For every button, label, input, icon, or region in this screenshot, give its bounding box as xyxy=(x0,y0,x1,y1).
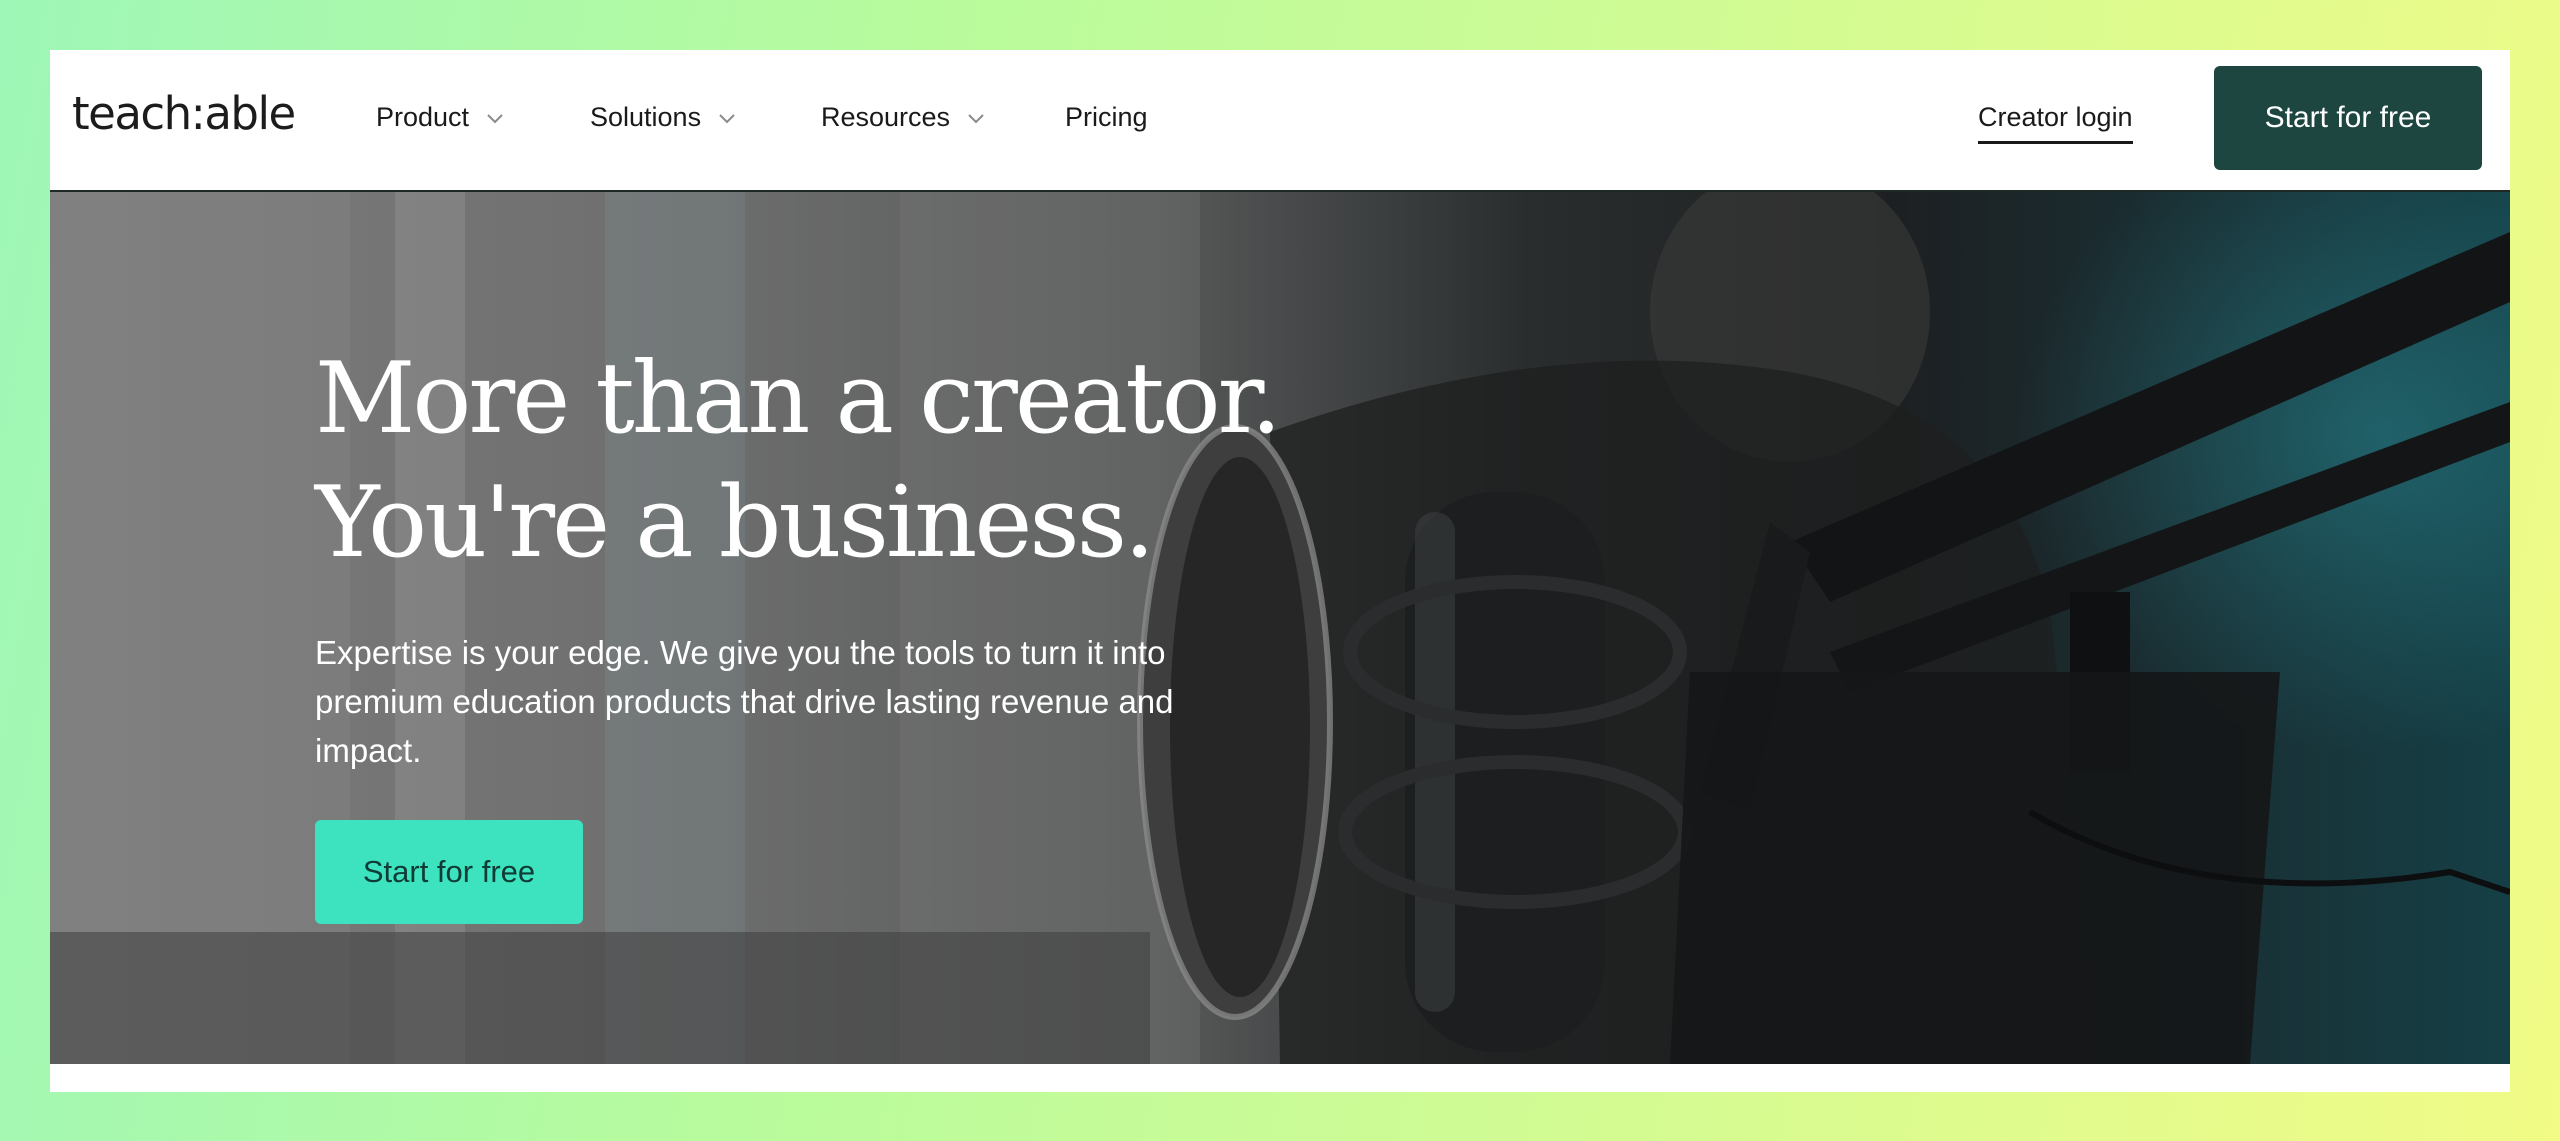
hero-section: More than a creator. You're a business. … xyxy=(50,192,2510,1064)
hero-start-for-free-button[interactable]: Start for free xyxy=(315,820,583,924)
nav-item-product[interactable]: Product xyxy=(376,102,505,133)
nav-item-pricing[interactable]: Pricing xyxy=(1065,102,1148,133)
nav-item-label: Pricing xyxy=(1065,102,1148,132)
nav-item-label: Solutions xyxy=(590,102,702,132)
nav-item-label: Resources xyxy=(821,102,951,132)
chevron-down-icon xyxy=(717,108,737,128)
nav-item-solutions[interactable]: Solutions xyxy=(590,102,737,133)
creator-login-link[interactable]: Creator login xyxy=(1978,102,2133,144)
teachable-logo[interactable]: teach:able xyxy=(72,91,296,136)
browser-frame: teach:able Product Solutions Resources P… xyxy=(50,50,2510,1092)
top-navigation: teach:able Product Solutions Resources P… xyxy=(50,50,2510,192)
hero-title-line-1: More than a creator. xyxy=(315,342,1282,456)
hero-subtitle: Expertise is your edge. We give you the … xyxy=(315,634,1174,769)
hero-title: More than a creator. You're a business. xyxy=(315,337,1282,585)
start-for-free-button[interactable]: Start for free xyxy=(2214,66,2482,170)
chevron-down-icon xyxy=(485,108,505,128)
nav-item-resources[interactable]: Resources xyxy=(821,102,986,133)
nav-item-label: Product xyxy=(376,102,470,132)
chevron-down-icon xyxy=(966,108,986,128)
hero-title-line-2: You're a business. xyxy=(315,466,1155,580)
